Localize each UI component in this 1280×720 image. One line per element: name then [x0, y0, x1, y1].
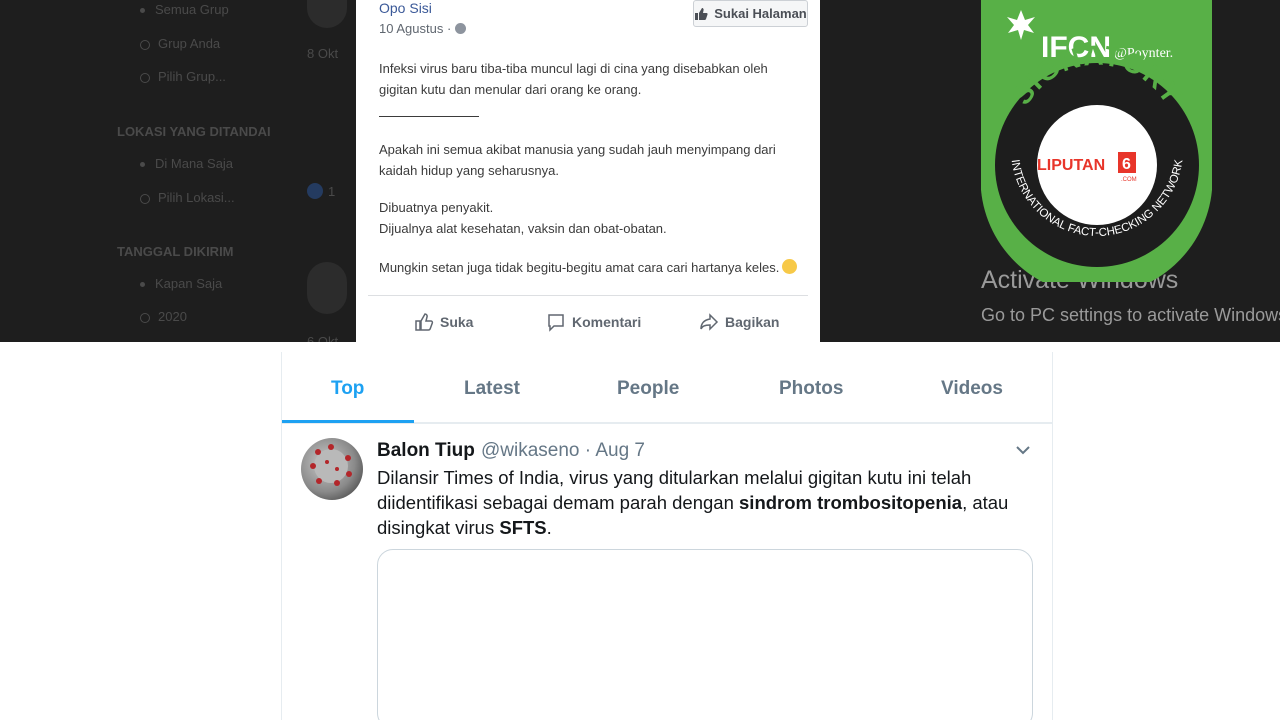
avatar[interactable]: [301, 438, 363, 500]
composite-screenshot: Semua Grup Grup Anda Pilih Grup... LOKAS…: [0, 0, 1280, 720]
thumbs-up-icon: [695, 7, 708, 20]
grin-emoji-icon: [782, 259, 798, 274]
tweet-author-name[interactable]: Balon Tiup: [377, 440, 475, 462]
post-paragraph: Dibuatnya penyakit. Dijualnya alat keseh…: [379, 200, 667, 236]
tab-photos[interactable]: Photos: [779, 378, 843, 400]
location-heading: LOKASI YANG DITANDAI: [117, 124, 271, 139]
post-paragraph: Mungkin setan juga tidak begitu-begitu a…: [379, 257, 804, 278]
post-date-meta: 6 Okt: [307, 334, 339, 342]
virus-image: [310, 444, 352, 486]
facebook-post-card: Opo Sisi 10 Agustus · Sukai Halaman Infe…: [356, 0, 820, 342]
filter-option-all-groups[interactable]: Semua Grup: [140, 2, 229, 17]
avatar: [307, 0, 347, 28]
plus-icon: [140, 72, 150, 83]
tab-videos[interactable]: Videos: [941, 378, 1003, 400]
twitter-search-panel: Top Latest People Photos Videos Balon Ti…: [281, 352, 1053, 720]
thumbs-up-icon: [415, 313, 434, 331]
reaction-count: 1: [328, 184, 336, 199]
activate-windows-subtitle: Go to PC settings to activate Windows.: [981, 305, 1280, 325]
facebook-screenshot-band: Semua Grup Grup Anda Pilih Grup... LOKAS…: [0, 0, 1280, 342]
date-heading: TANGGAL DIKIRIM: [117, 244, 234, 259]
like-button[interactable]: Suka: [414, 312, 473, 332]
post-date-meta: 8 Okt: [307, 46, 339, 61]
comment-icon: [548, 314, 564, 332]
ifcn-signatory-badge: IFCN @Poynter. SIGNATORY INTERNATIONAL F…: [981, 0, 1212, 282]
filter-option-any-time[interactable]: Kapan Saja: [140, 276, 222, 291]
post-paragraph: Infeksi virus baru tiba-tiba muncul lagi…: [379, 61, 768, 97]
search-filter-sidebar: Semua Grup Grup Anda Pilih Grup... LOKAS…: [100, 0, 360, 342]
plus-icon: [140, 193, 150, 204]
tab-people[interactable]: People: [617, 378, 679, 400]
share-icon: [700, 313, 719, 331]
comment-button[interactable]: Komentari: [546, 312, 641, 332]
radio-icon: [140, 39, 150, 50]
filter-option-choose-group[interactable]: Pilih Grup...: [140, 69, 226, 84]
filter-option-your-groups[interactable]: Grup Anda: [140, 36, 220, 51]
filter-option-year[interactable]: 2020: [140, 309, 187, 324]
tweet-media-card[interactable]: [377, 549, 1033, 720]
tweet-text: Dilansir Times of India, virus yang ditu…: [377, 467, 1009, 538]
active-tab-indicator: [282, 420, 414, 423]
bullet-icon: [140, 8, 145, 14]
share-button[interactable]: Bagikan: [699, 312, 779, 332]
avatar: [307, 262, 347, 314]
like-page-button[interactable]: Sukai Halaman: [693, 0, 808, 27]
globe-icon: [455, 23, 467, 34]
tab-latest[interactable]: Latest: [464, 378, 520, 400]
radio-icon: [140, 312, 150, 323]
post-paragraph: Apakah ini semua akibat manusia yang sud…: [379, 142, 776, 178]
divider: [379, 116, 479, 117]
post-date: 10 Agustus ·: [379, 21, 467, 36]
tab-top[interactable]: Top: [331, 378, 364, 400]
tweet-handle-date[interactable]: @wikaseno · Aug 7: [481, 440, 645, 462]
org-logo-number: 6: [1122, 156, 1131, 173]
filter-option-anywhere[interactable]: Di Mana Saja: [140, 156, 233, 171]
like-reaction-icon: [307, 183, 323, 199]
search-tabs: Top Latest People Photos Videos: [282, 352, 1052, 424]
bullet-icon: [140, 162, 145, 168]
filter-option-choose-location[interactable]: Pilih Lokasi...: [140, 190, 235, 205]
org-logo-text: LIPUTAN: [1037, 157, 1105, 174]
org-logo-domain: .COM: [1121, 177, 1137, 183]
chevron-down-icon[interactable]: [1015, 443, 1031, 457]
bullet-icon: [140, 282, 145, 288]
post-author[interactable]: Opo Sisi: [379, 0, 432, 16]
divider: [368, 295, 808, 296]
